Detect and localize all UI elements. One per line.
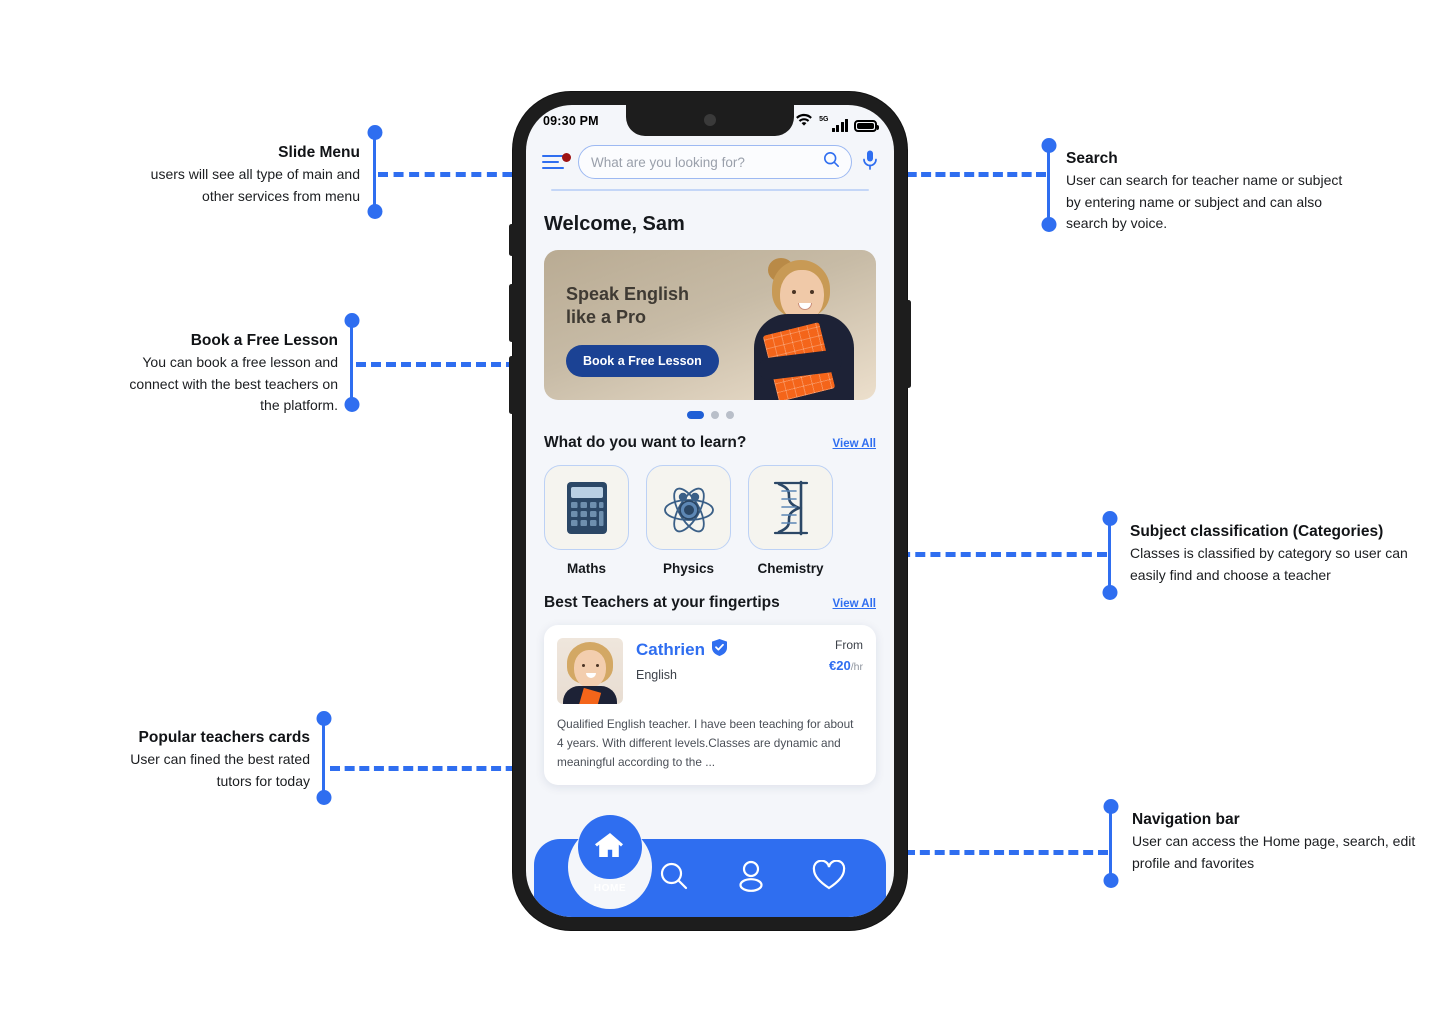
- top-search-row: What are you looking for?: [526, 145, 894, 179]
- banner-title-line1: Speak English: [566, 284, 690, 304]
- price-amount: €20/hr: [829, 658, 863, 673]
- callout-book-free-lesson: Book a Free Lesson You can book a free l…: [120, 330, 338, 416]
- categories-heading: What do you want to learn?: [544, 434, 747, 451]
- price-unit: /hr: [850, 661, 863, 673]
- callout-search: Search User can search for teacher name …: [1066, 148, 1356, 234]
- banner-dot-2[interactable]: [710, 411, 719, 419]
- category-item-maths[interactable]: Maths: [544, 465, 629, 576]
- promo-banner[interactable]: Speak English like a Pro Book a Free Les…: [544, 250, 876, 400]
- teacher-description: Qualified English teacher. I have been t…: [557, 717, 854, 770]
- annotated-mockup-canvas: Slide Menu users will see all type of ma…: [0, 0, 1440, 1036]
- callout-title: Popular teachers cards: [138, 729, 310, 746]
- callout-subject-classification: Subject classification (Categories) Clas…: [1130, 521, 1440, 586]
- callout-title: Subject classification (Categories): [1130, 523, 1384, 540]
- signal-icon: [831, 118, 848, 132]
- teacher-info: Cathrien English: [636, 638, 816, 704]
- callout-bracket-navigation-bar: [1109, 806, 1112, 881]
- teacher-price-block: From €20/hr: [829, 638, 863, 704]
- wifi-icon: [795, 113, 813, 132]
- callout-connector-slide-menu: [378, 172, 528, 177]
- phone-power-button[interactable]: [906, 300, 911, 388]
- avatar: [557, 638, 623, 704]
- status-bar-clock: 09:30 PM: [543, 114, 599, 128]
- price-value: €20: [829, 658, 851, 673]
- price-from-label: From: [835, 638, 863, 652]
- banner-teacher-illustration: [738, 250, 866, 400]
- teachers-section-header: Best Teachers at your fingertips View Al…: [544, 594, 876, 612]
- categories-list: Maths Physics Chemistry: [544, 465, 876, 576]
- banner-title-line2: like a Pro: [566, 307, 647, 328]
- category-label: Maths: [566, 561, 606, 576]
- callout-connector-subject-classification: [885, 552, 1107, 557]
- atom-icon: [646, 465, 731, 550]
- nav-item-search[interactable]: [658, 860, 690, 897]
- teachers-heading: Best Teachers at your fingertips: [544, 594, 780, 611]
- category-item-chemistry[interactable]: Chemistry: [748, 465, 833, 576]
- callout-bracket-book-free-lesson: [350, 320, 353, 405]
- notification-badge-icon: [562, 153, 571, 163]
- nav-item-favorites[interactable]: [812, 859, 846, 896]
- teacher-name: Cathrien: [636, 639, 705, 659]
- callout-bracket-search: [1047, 145, 1050, 225]
- teacher-card-top-row: Cathrien English From €20/hr: [557, 638, 863, 704]
- phone-volume-down-button[interactable]: [509, 356, 514, 414]
- categories-section-header: What do you want to learn? View All: [544, 434, 876, 452]
- callout-popular-teachers: Popular teachers cards User can fined th…: [130, 727, 310, 792]
- phone-notch: [626, 105, 794, 136]
- callout-title: Slide Menu: [278, 144, 360, 161]
- home-icon: [595, 830, 625, 865]
- nav-item-profile[interactable]: [736, 860, 766, 897]
- dna-icon: [748, 465, 833, 550]
- battery-icon: [854, 119, 879, 132]
- network-type-label: 5G: [819, 115, 829, 123]
- callout-title: Search: [1066, 150, 1118, 167]
- teacher-subject: English: [636, 668, 677, 682]
- phone-screen: 09:30 PM 5G What are you looking for? We…: [526, 105, 894, 917]
- callout-description: User can fined the best rated tutors for…: [130, 751, 310, 789]
- search-divider: [551, 189, 869, 191]
- callout-description: User can access the Home page, search, e…: [1132, 833, 1416, 871]
- search-placeholder: What are you looking for?: [591, 154, 745, 170]
- microphone-icon[interactable]: [862, 149, 878, 176]
- callout-title: Book a Free Lesson: [190, 332, 338, 349]
- hamburger-menu-icon[interactable]: [542, 151, 571, 172]
- magnifier-icon[interactable]: [823, 151, 840, 173]
- banner-pagination-dots[interactable]: [544, 411, 876, 419]
- book-free-lesson-button[interactable]: Book a Free Lesson: [566, 345, 719, 377]
- bottom-navigation-bar: HOME: [534, 815, 886, 917]
- front-camera-icon: [704, 114, 716, 126]
- teachers-view-all-link[interactable]: View All: [833, 598, 876, 610]
- banner-dot-3[interactable]: [725, 411, 734, 419]
- search-input[interactable]: What are you looking for?: [578, 145, 852, 179]
- callout-bracket-popular-teachers: [322, 718, 325, 798]
- callout-description: users will see all type of main and othe…: [150, 166, 360, 204]
- callout-navigation-bar: Navigation bar User can access the Home …: [1132, 809, 1432, 874]
- nav-item-home[interactable]: [578, 815, 642, 879]
- category-label: Chemistry: [757, 561, 824, 576]
- callout-slide-menu: Slide Menu users will see all type of ma…: [150, 142, 360, 207]
- callout-bracket-subject-classification: [1108, 518, 1111, 593]
- calculator-icon: [544, 465, 629, 550]
- callout-description: User can search for teacher name or subj…: [1066, 172, 1343, 231]
- page-title: Welcome, Sam: [544, 213, 685, 235]
- callout-title: Navigation bar: [1132, 811, 1240, 828]
- category-item-physics[interactable]: Physics: [646, 465, 731, 576]
- callout-bracket-slide-menu: [373, 132, 376, 212]
- phone-mockup: 09:30 PM 5G What are you looking for? We…: [509, 92, 911, 930]
- callout-description: You can book a free lesson and connect w…: [129, 354, 338, 413]
- nav-item-home-label: HOME: [593, 883, 627, 894]
- phone-silent-switch[interactable]: [509, 224, 514, 256]
- banner-dot-1[interactable]: [686, 411, 704, 419]
- categories-view-all-link[interactable]: View All: [833, 438, 876, 450]
- callout-description: Classes is classified by category so use…: [1130, 545, 1408, 583]
- phone-volume-up-button[interactable]: [509, 284, 514, 342]
- category-label: Physics: [662, 561, 715, 576]
- teacher-name-row: Cathrien: [636, 638, 816, 661]
- verified-badge-icon: [711, 638, 728, 661]
- banner-title: Speak English like a Pro: [566, 283, 689, 329]
- teacher-card[interactable]: Cathrien English From €20/hr Qualified E…: [544, 625, 876, 786]
- callout-connector-navigation-bar: [905, 850, 1108, 855]
- home-content: Welcome, Sam Speak English like a Pro Bo…: [526, 201, 894, 786]
